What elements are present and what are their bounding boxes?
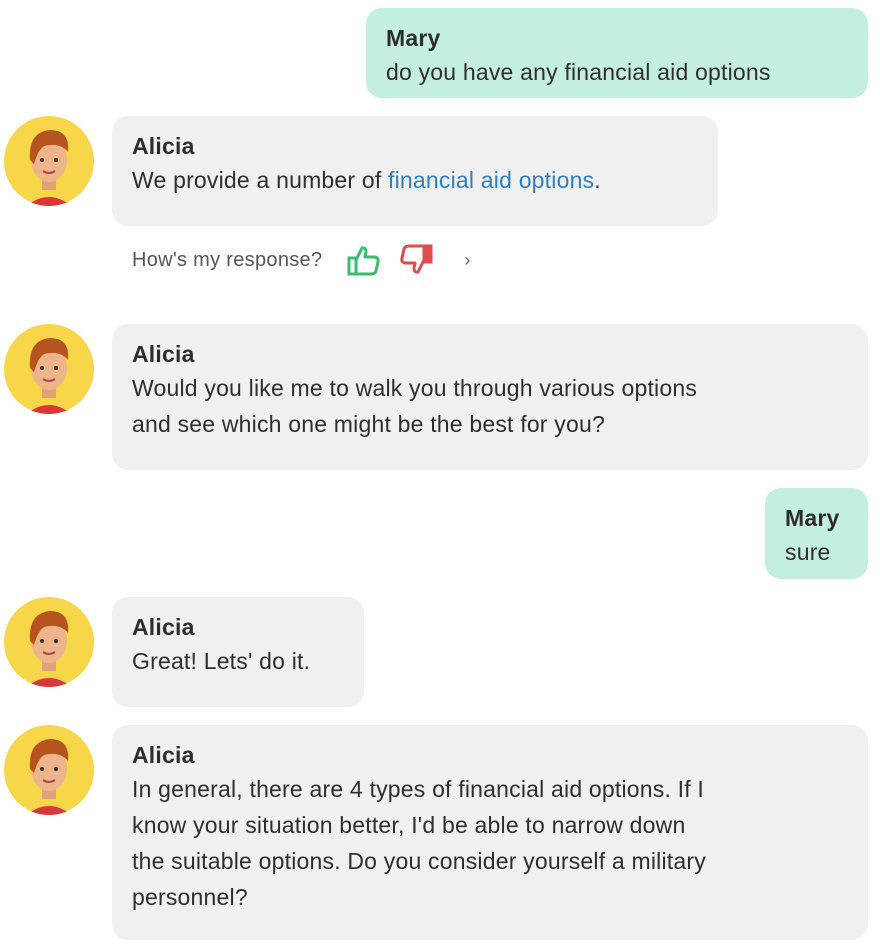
sender-name: Alicia bbox=[132, 341, 195, 367]
thumbs-down-icon bbox=[400, 244, 433, 274]
avatar bbox=[4, 725, 94, 815]
user-message: Mary do you have any financial aid optio… bbox=[366, 8, 868, 98]
avatar bbox=[4, 597, 94, 687]
response-feedback: How's my response? › bbox=[132, 240, 470, 280]
message-text-line: know your situation better, I'd be able … bbox=[132, 812, 686, 838]
user-message: Mary sure bbox=[765, 488, 868, 579]
sender-name: Mary bbox=[785, 505, 840, 531]
sender-name: Alicia bbox=[132, 614, 195, 640]
message-text-line: In general, there are 4 types of financi… bbox=[132, 776, 705, 802]
sender-name: Alicia bbox=[132, 742, 195, 768]
thumbs-up-icon bbox=[347, 246, 381, 276]
agent-message: Alicia Great! Lets' do it. bbox=[112, 597, 364, 707]
agent-message: Alicia We provide a number of financial … bbox=[112, 116, 718, 226]
message-text: We provide a number of financial aid opt… bbox=[132, 162, 698, 198]
agent-message: Alicia In general, there are 4 types of … bbox=[112, 725, 868, 940]
feedback-more-chevron-icon[interactable]: › bbox=[464, 250, 470, 271]
message-text-line: the suitable options. Do you consider yo… bbox=[132, 848, 706, 874]
message-text: do you have any financial aid options bbox=[386, 59, 771, 85]
message-text-line: and see which one might be the best for … bbox=[132, 411, 605, 437]
message-text-line: personnel? bbox=[132, 884, 248, 910]
sender-name: Alicia bbox=[132, 133, 195, 159]
sender-name: Mary bbox=[386, 25, 441, 51]
thumbs-down-button[interactable] bbox=[398, 242, 434, 278]
message-text-part: . bbox=[594, 167, 601, 193]
agent-message: Alicia Would you like me to walk you thr… bbox=[112, 324, 868, 470]
alicia-avatar-icon bbox=[26, 611, 72, 687]
thumbs-up-button[interactable] bbox=[346, 242, 382, 278]
message-text-line: Would you like me to walk you through va… bbox=[132, 375, 698, 401]
alicia-avatar-icon bbox=[26, 338, 72, 414]
feedback-label: How's my response? bbox=[132, 248, 323, 271]
alicia-avatar-icon bbox=[26, 739, 72, 815]
message-text-part: We provide a number of bbox=[132, 167, 389, 193]
avatar bbox=[4, 324, 94, 414]
financial-aid-link[interactable]: financial aid options bbox=[388, 167, 594, 193]
avatar bbox=[4, 116, 94, 206]
message-text: sure bbox=[785, 539, 831, 565]
message-text: Great! Lets' do it. bbox=[132, 648, 311, 674]
alicia-avatar-icon bbox=[26, 130, 72, 206]
